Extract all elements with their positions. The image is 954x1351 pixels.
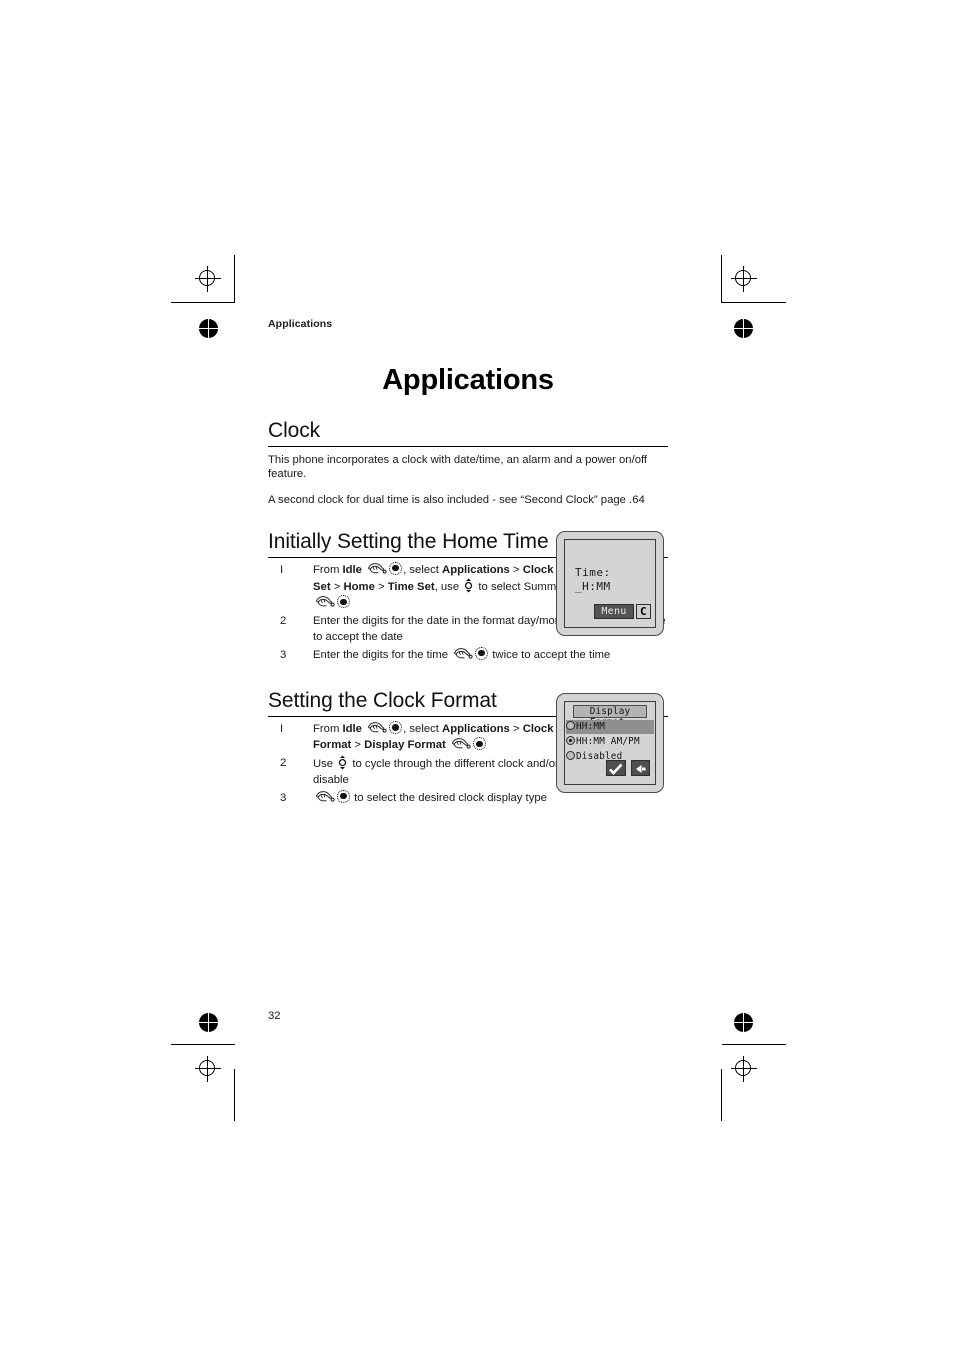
chapter-title: Applications (382, 364, 554, 396)
phone-screen-area-time: Time: _H:MM Menu C (564, 539, 656, 628)
menu-path-term: Display Format (364, 739, 446, 752)
step-text: > (351, 739, 365, 752)
step-number: 2 (280, 614, 287, 627)
step-text: From (313, 723, 343, 736)
step-text (362, 564, 365, 576)
trim-mark-top-right-horizontal (722, 302, 786, 303)
registration-dot-top-right (734, 319, 753, 338)
up-down-navigation-icon (464, 578, 473, 593)
select-button-icon (389, 561, 403, 575)
trim-mark-bottom-left-horizontal (171, 1044, 235, 1045)
registration-crosshair-top-left (195, 266, 221, 292)
radio-icon-0[interactable] (566, 721, 575, 730)
step-item: 3 Enter the digits for the time twice to … (268, 646, 668, 663)
softkey-clear[interactable]: C (636, 604, 651, 619)
select-button-icon (389, 721, 403, 735)
menu-path-term: Applications (442, 723, 510, 736)
press-key-hand-icon (366, 562, 387, 575)
menu-path-term: Time Set (387, 581, 435, 594)
registration-crosshair-bottom-right (731, 1056, 757, 1082)
menu-path-term: Idle (342, 563, 362, 576)
menu-path-term: Idle (342, 723, 362, 736)
phone-screenshot-display-format: Display Format: HH:MM HH:MM AM/PM Disabl… (556, 693, 664, 793)
press-key-hand-icon (450, 737, 471, 750)
trim-mark-top-right-vertical (721, 255, 722, 303)
trim-mark-bottom-left-vertical (234, 1069, 235, 1121)
display-format-title: Display Format: (573, 705, 647, 728)
phone-screen-area-display-format: Display Format: HH:MM HH:MM AM/PM Disabl… (564, 701, 656, 785)
step-text: twice to accept the time (489, 648, 611, 661)
time-value-line: _H:MM (575, 580, 611, 593)
step-text: Use (313, 757, 337, 770)
page-number: 32 (268, 1010, 281, 1022)
step-text: > (374, 581, 388, 594)
running-head: Applications (268, 318, 333, 330)
menu-path-term: Home (343, 581, 375, 594)
select-button-icon (472, 737, 486, 751)
registration-crosshair-top-right (731, 266, 757, 292)
trim-mark-top-left-horizontal (171, 302, 235, 303)
up-down-navigation-icon (338, 755, 347, 770)
softkey-menu[interactable]: Menu (594, 604, 634, 619)
step-number: 2 (280, 756, 287, 769)
radio-icon-2[interactable] (566, 751, 575, 760)
step-number: I (280, 723, 284, 736)
press-key-hand-icon (314, 790, 335, 803)
registration-dot-bottom-left (199, 1013, 218, 1032)
section-clock: Clock This phone incorporates a clock wi… (268, 419, 668, 508)
step-text (446, 739, 449, 751)
trim-mark-bottom-right-vertical (721, 1069, 722, 1121)
step-number: 3 (280, 648, 287, 661)
press-key-hand-icon (452, 647, 473, 660)
step-text: Enter the digits for the time (313, 648, 452, 661)
softkey-back[interactable] (631, 760, 650, 776)
registration-dot-top-left (199, 319, 218, 338)
registration-crosshair-bottom-left (195, 1056, 221, 1082)
menu-path-term: Applications (442, 563, 510, 576)
step-text: to select the desired clock display type (351, 791, 547, 804)
select-button-icon (475, 646, 489, 660)
clock-paragraph-2: A second clock for dual time is also inc… (268, 494, 645, 507)
clock-paragraph-1: This phone incorporates a clock with dat… (268, 454, 648, 481)
section-heading-clock: Clock (268, 419, 668, 447)
confirm-check-icon (609, 763, 623, 775)
softkey-confirm[interactable] (606, 760, 626, 776)
step-text: > (330, 581, 344, 594)
step-text: , use (434, 581, 463, 594)
select-button-icon (337, 595, 350, 609)
press-key-hand-icon (366, 721, 387, 734)
step-text: , select (403, 723, 443, 736)
step-text: > (509, 723, 523, 736)
step-text: , select (403, 563, 443, 576)
radio-icon-1[interactable] (566, 736, 575, 745)
time-label-line: Time: (575, 566, 611, 579)
option-label-1: HH:MM AM/PM (576, 736, 640, 747)
back-arrow-icon (636, 765, 646, 773)
press-key-hand-icon (314, 595, 335, 608)
option-row-0[interactable]: HH:MM (566, 720, 654, 734)
option-label-0: HH:MM (576, 721, 605, 732)
step-number: I (280, 563, 284, 576)
step-text: > (509, 563, 523, 576)
step-text (362, 723, 365, 735)
trim-mark-bottom-right-horizontal (722, 1044, 786, 1045)
select-button-icon (337, 789, 350, 803)
trim-mark-top-left-vertical (234, 255, 235, 303)
option-row-1[interactable]: HH:MM AM/PM (566, 735, 654, 749)
registration-dot-bottom-right (734, 1013, 753, 1032)
phone-screenshot-time-entry: Time: _H:MM Menu C (556, 531, 664, 636)
step-number: 3 (280, 791, 287, 804)
step-text: From (313, 563, 343, 576)
